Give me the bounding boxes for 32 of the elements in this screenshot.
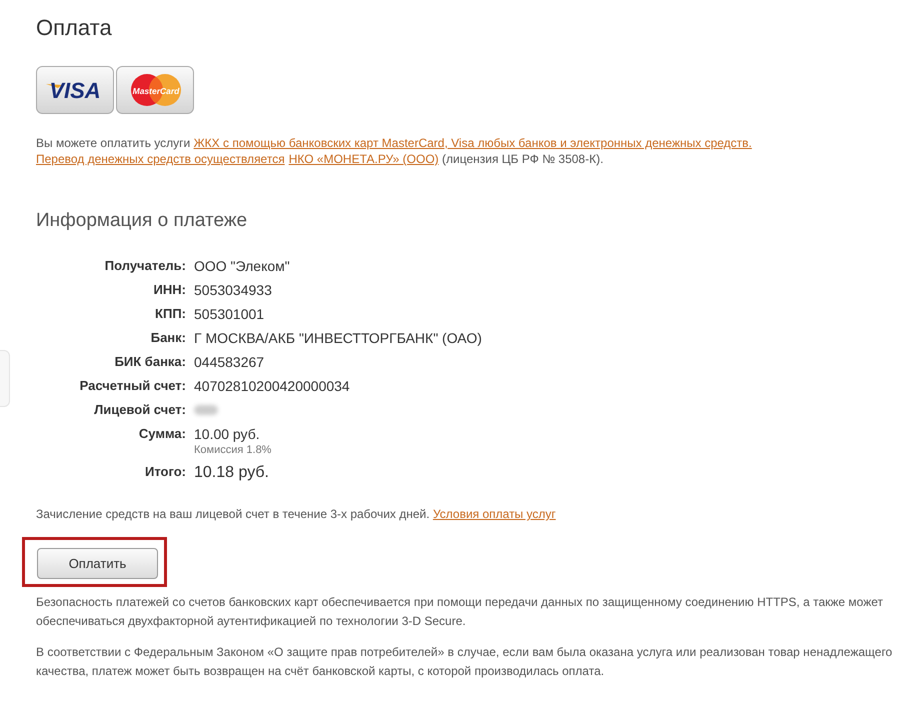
fee-note: Комиссия 1.8% — [194, 443, 272, 457]
section-title: Информация о платеже — [36, 209, 248, 233]
info-text: Перевод денежных средств осуществляется НКО «МОНЕТА.РУ» (ООО) (лицензия ЦБ РФ № 3508-К). — [36, 151, 604, 167]
page-title: Оплата — [36, 14, 113, 42]
field-value: 10.00 руб. — [194, 425, 260, 443]
field-value: 40702810200420000034 — [194, 377, 350, 395]
mastercard-logo: MasterCard — [116, 66, 194, 114]
pay-button[interactable]: Оплатить — [37, 548, 158, 579]
info-text: Безопасность платежей со счетов банковских карт обеспечивается при помощи передачи данных по защищенному соединению HTTPS, а также может обеспечиваться двухфакторной аутентификацией по технологии 3-D Secure. — [36, 594, 884, 630]
field-label: Банк: — [150, 329, 186, 347]
field-label: Получатель: — [104, 257, 186, 275]
field-label: Сумма: — [138, 425, 186, 443]
info-text: Вы можете оплатить услуги ЖКХ с помощью банковских карт MasterCard, Visa любых банков и электронных денежных средств. — [36, 135, 753, 151]
link[interactable]: Перевод денежных средств осуществляется — [36, 152, 285, 166]
field-label: Итого: — [144, 463, 186, 481]
visa-logo: VISA — [36, 66, 114, 114]
link[interactable]: НКО «МОНЕТА.РУ» (ООО) — [288, 152, 439, 166]
field-value: ООО "Элеком" — [194, 257, 290, 275]
field-value: 044583267 — [194, 353, 264, 371]
info-text: Зачисление средств на ваш лицевой счет в течение 3-х рабочих дней. Условия оплаты услуг — [36, 506, 557, 522]
field-value: 5053034933 — [194, 281, 272, 299]
field-label: Расчетный счет: — [78, 377, 186, 395]
field-label: БИК банка: — [114, 353, 186, 371]
field-label: ИНН: — [152, 281, 186, 299]
link[interactable]: ЖКХ с помощью банковских карт MasterCard, Visa любых банков и электронных денежных средств. — [194, 136, 752, 150]
info-text: В соответствии с Федеральным Законом «О защите прав потребителей» в случае, если вам была оказана услуга или реализован товар ненадлежащего качества, платеж может быть возвращен на счёт банковской карты, с которой производилась оплата. — [36, 644, 894, 680]
field-value: 10.18 руб. — [194, 464, 269, 482]
link[interactable]: Условия оплаты услуг — [432, 507, 556, 521]
field-label: Лицевой счет: — [93, 401, 186, 419]
field-value: 505301001 — [194, 305, 264, 323]
field-value: Г МОСКВА/АКБ "ИНВЕСТТОРГБАНК" (ОАО) — [194, 329, 482, 347]
field-label: КПП: — [154, 305, 186, 323]
